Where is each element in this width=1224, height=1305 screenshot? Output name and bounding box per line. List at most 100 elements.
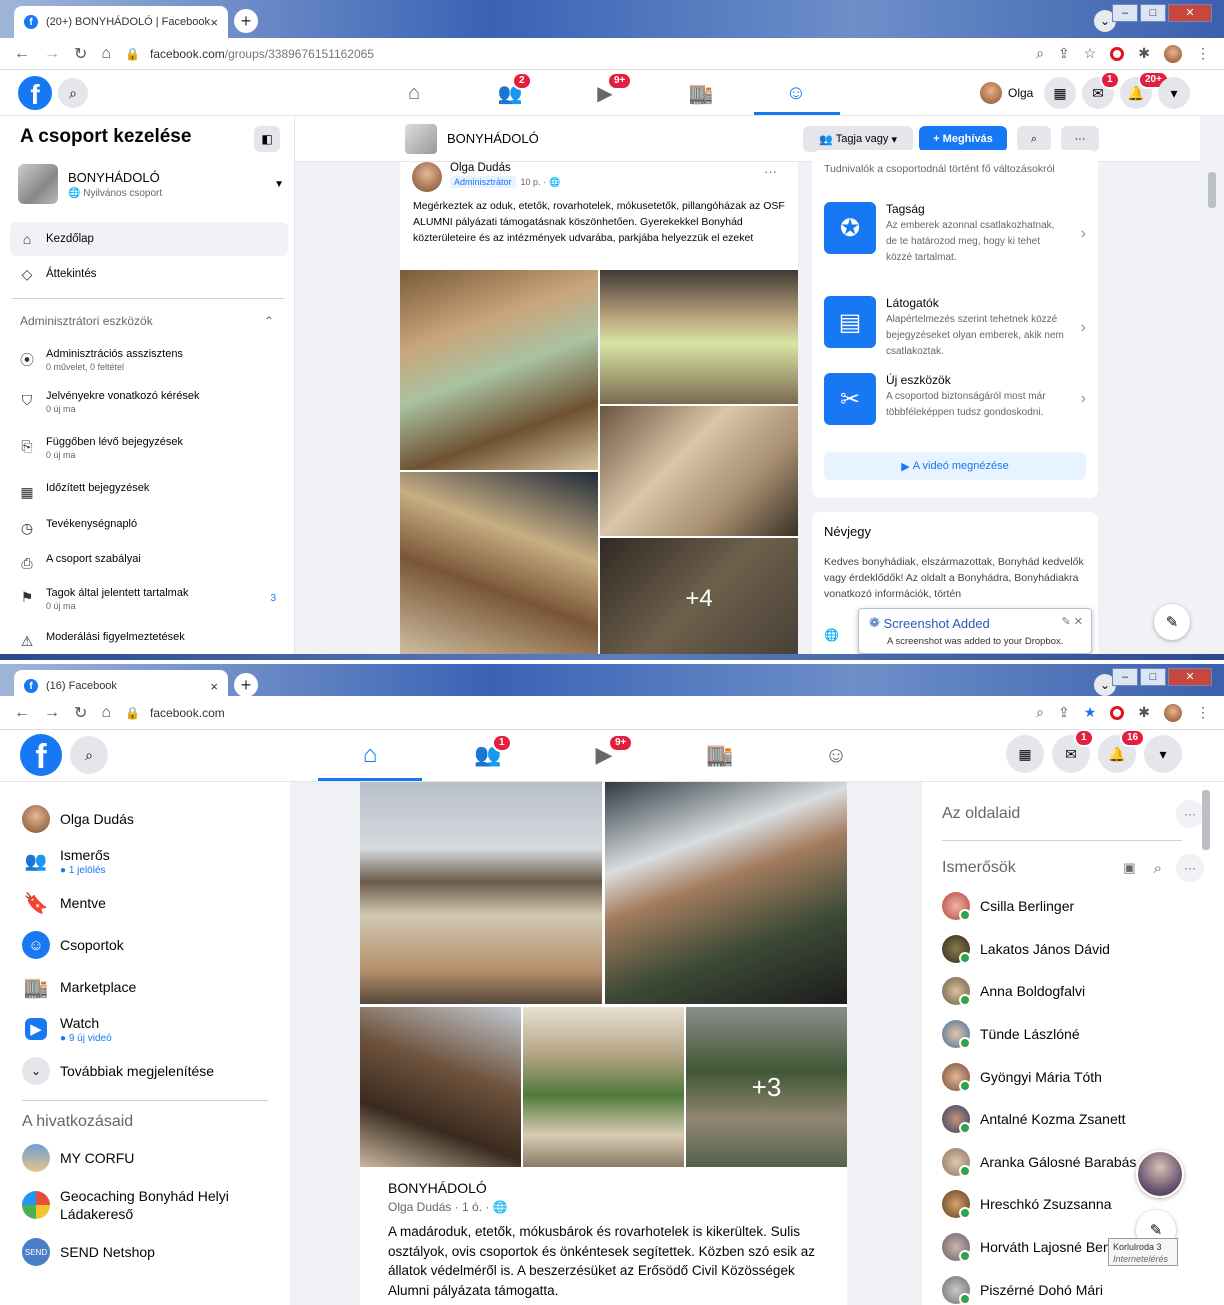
nav-friends[interactable]: 👥 Ismerős ● 1 jelölés (0, 840, 290, 882)
post-photo-3[interactable] (400, 472, 598, 660)
nav-friends-icon[interactable]: 👥 2 (490, 72, 532, 108)
menu-grid-icon[interactable]: ▦ (1006, 735, 1044, 773)
browser-tab[interactable]: f (20+) BONYHÁDOLÓ | Facebook × (14, 6, 228, 38)
contact-item[interactable]: Antalné Kozma Zsanett (922, 1098, 1224, 1141)
maximize-icon[interactable]: □ (1140, 668, 1166, 686)
post-photo-2[interactable] (600, 270, 798, 404)
post-photo-5[interactable]: +4 (600, 538, 798, 660)
tool-scheduled-posts[interactable]: ▦ Időzített bejegyzések (0, 476, 295, 512)
more-photos-overlay[interactable]: +4 (600, 538, 798, 660)
messenger-icon[interactable]: ✉ 1 (1082, 71, 1120, 109)
nav-watch-icon[interactable]: ▶ 9+ (585, 72, 633, 108)
contact-item[interactable]: Gyöngyi Mária Tóth (922, 1055, 1224, 1098)
maximize-icon[interactable]: □ (1140, 4, 1166, 22)
post-photo-4[interactable] (600, 406, 798, 536)
post-author[interactable]: Olga Dudás (450, 162, 511, 174)
feed-photo-3[interactable] (360, 1007, 521, 1167)
post-time[interactable]: 10 p. · (521, 177, 547, 187)
tool-badge-requests[interactable]: ⛉ Jelvényekre vonatkozó kérések 0 új ma (0, 384, 295, 430)
home-icon[interactable]: ⌂ (101, 45, 111, 63)
contact-item[interactable]: Hreschkó Zsuzsanna (922, 1183, 1224, 1226)
account-chevron-icon[interactable]: ▾ (1158, 77, 1190, 109)
scrollbar-thumb[interactable] (1208, 172, 1216, 208)
invite-button[interactable]: + Meghívás (919, 126, 1007, 152)
scrollbar-thumb[interactable] (1202, 790, 1210, 850)
home-icon[interactable]: ⌂ (101, 704, 111, 722)
sidebar-item-overview[interactable]: ◇ Áttekintés (0, 258, 97, 290)
notifications-bell-icon[interactable]: 🔔 20+ (1120, 71, 1169, 109)
close-window-icon[interactable]: ✕ (1168, 668, 1212, 686)
feature-visitors[interactable]: ▤ Látogatók Alapértelmezés szerint tehetn… (824, 296, 1086, 360)
contact-item[interactable]: Csilla Berlinger (922, 885, 1224, 928)
nav-marketplace-icon[interactable]: 🏬 (681, 78, 721, 108)
close-tab-icon[interactable]: × (210, 679, 218, 694)
minimize-icon[interactable]: – (1112, 4, 1138, 22)
search-icon[interactable]: ⌕ (70, 736, 108, 774)
watch-video-button[interactable]: ▶ A videó megnézése (824, 452, 1086, 480)
menu-grid-icon[interactable]: ▦ (1044, 77, 1076, 109)
group-search-icon[interactable]: ⌕ (1017, 126, 1051, 152)
close-tab-icon[interactable]: × (210, 15, 218, 30)
shortcut-my-corfu[interactable]: MY CORFU (0, 1137, 290, 1179)
feature-membership[interactable]: ✪ Tagság Az emberek azonnal csatlakozhatn… (824, 202, 1086, 266)
post-group-name[interactable]: BONYHÁDOLÓ (388, 1180, 487, 1196)
group-more-icon[interactable]: ··· (1061, 126, 1099, 152)
extensions-icon[interactable]: ✱ (1138, 704, 1150, 721)
pages-more-icon[interactable]: ··· (1176, 800, 1204, 828)
menu-dots-icon[interactable]: ⋮ (1196, 45, 1210, 62)
menu-dots-icon[interactable]: ⋮ (1196, 704, 1210, 721)
chat-head-avatar[interactable] (1136, 1150, 1184, 1198)
more-photos-overlay[interactable]: +3 (686, 1007, 847, 1167)
new-tab-icon[interactable]: + (234, 673, 258, 697)
nav-home-icon[interactable]: ⌂ (350, 740, 390, 770)
tool-activity-log[interactable]: ◷ Tevékenységnapló (0, 512, 295, 547)
contact-item[interactable]: Tünde Lászlóné (922, 1013, 1224, 1056)
nav-marketplace-icon[interactable]: 🏬 (700, 740, 740, 770)
nav-groups[interactable]: ☺ Csoportok (0, 924, 290, 966)
back-icon[interactable]: ← (14, 704, 30, 722)
author-avatar[interactable] (412, 162, 442, 192)
nav-groups-icon[interactable]: ☺ (776, 78, 816, 108)
tool-group-rules[interactable]: ⎙ A csoport szabályai (0, 547, 295, 581)
facebook-logo-icon[interactable]: f (18, 76, 52, 110)
nav-watch[interactable]: ▶ Watch ● 9 új videó (0, 1008, 290, 1050)
search-icon[interactable]: ⌕ (58, 78, 88, 108)
account-chevron-icon[interactable]: ▾ (1144, 735, 1182, 773)
nav-marketplace[interactable]: 🏬 Marketplace (0, 966, 290, 1008)
nav-watch-icon[interactable]: ▶ 9+ (584, 734, 634, 770)
sidebar-item-home[interactable]: ⌂ Kezdőlap (0, 223, 94, 255)
tool-reported-content[interactable]: ⚑ Tagok által jelentett tartalmak 0 új ma 3 (0, 581, 295, 625)
share-icon[interactable]: ⇪ (1058, 45, 1070, 62)
profile-avatar-icon[interactable] (1164, 44, 1182, 63)
messenger-icon[interactable]: ✉ 1 (1052, 729, 1094, 773)
opera-icon[interactable] (1110, 705, 1125, 720)
forward-icon[interactable]: → (44, 704, 60, 722)
new-message-icon[interactable]: ✎ (1154, 604, 1190, 640)
nav-home-icon[interactable]: ⌂ (394, 78, 434, 108)
contacts-search-icon[interactable]: ⌕ (1154, 860, 1162, 877)
back-icon[interactable]: ← (14, 45, 30, 63)
tool-moderation-alerts[interactable]: ⚠ Moderálási figyelmeztetések (0, 625, 295, 655)
zoom-icon[interactable]: ⌕ (1036, 704, 1044, 721)
nav-saved[interactable]: 🔖 Mentve (0, 882, 290, 924)
nav-friends-icon[interactable]: 👥 1 (468, 734, 512, 770)
membership-button[interactable]: 👥 Tagja vagy ▾ (803, 126, 913, 152)
group-selector[interactable]: BONYHÁDOLÓ 🌐 Nyilvános csoport ▼ (18, 162, 284, 206)
notifications-bell-icon[interactable]: 🔔 16 (1098, 729, 1146, 773)
minimize-icon[interactable]: – (1112, 668, 1138, 686)
collapse-sidebar-icon[interactable]: ◧ (254, 126, 280, 152)
new-tab-icon[interactable]: + (234, 9, 258, 33)
tool-pending-posts[interactable]: ⎘ Függőben lévő bejegyzések 0 új ma (0, 430, 295, 476)
post-more-icon[interactable]: ··· (764, 164, 777, 179)
feed-photo-2[interactable] (605, 782, 847, 1004)
bookmark-star-icon[interactable]: ☆ (1084, 45, 1097, 62)
shortcut-geocaching[interactable]: Geocaching Bonyhád Helyi Ládakereső (0, 1179, 290, 1231)
nav-profile[interactable]: Olga Dudás (0, 798, 290, 840)
contact-item[interactable]: Anna Boldogfalvi (922, 970, 1224, 1013)
reload-icon[interactable]: ↻ (74, 44, 87, 64)
contact-item[interactable]: Piszérné Dohó Mári (922, 1268, 1224, 1305)
contact-item[interactable]: Lakatos János Dávid (922, 928, 1224, 971)
feed-photo-5[interactable]: +3 (686, 1007, 847, 1167)
post-photo-1[interactable] (400, 270, 598, 470)
zoom-icon[interactable]: ⌕ (1036, 45, 1044, 62)
